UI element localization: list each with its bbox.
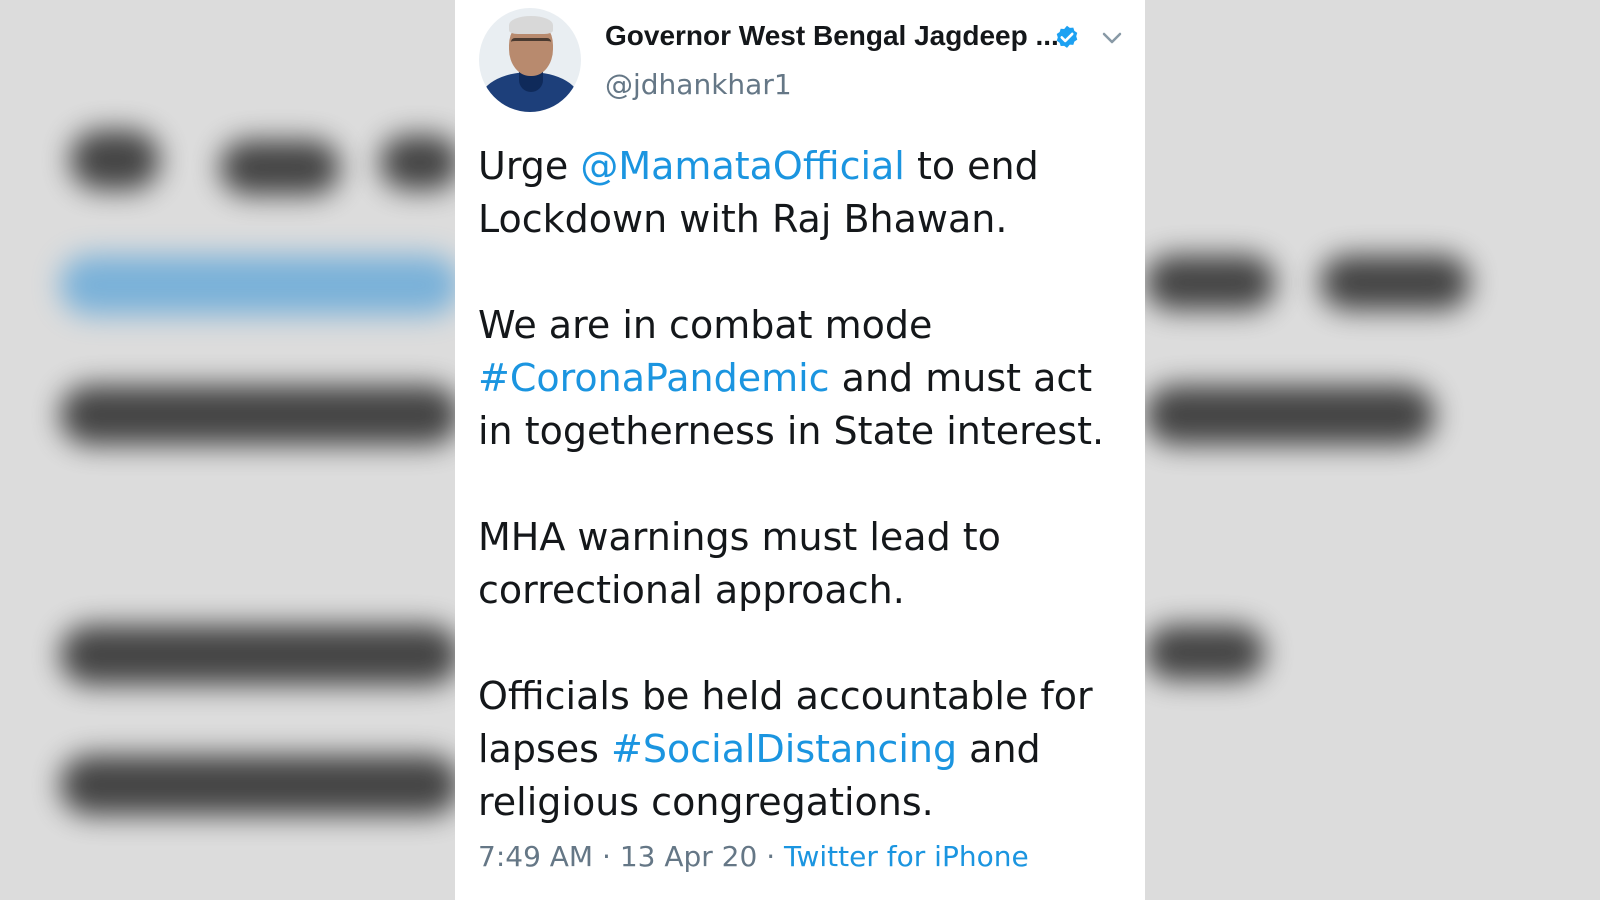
- tweet-paragraph-2: We are in combat mode #CoronaPandemic an…: [478, 303, 1105, 453]
- blurred-background-right: [1145, 0, 1600, 900]
- author-handle[interactable]: @jdhankhar1: [605, 68, 792, 101]
- tweet-date[interactable]: 13 Apr 20: [620, 840, 758, 873]
- verified-badge-icon: [1056, 25, 1078, 48]
- mention-link[interactable]: @MamataOfficial: [580, 144, 905, 188]
- blurred-background-left: [0, 0, 455, 900]
- separator: ·: [602, 840, 611, 873]
- tweet-paragraph-4: Officials be held accountable for lapses…: [478, 674, 1093, 824]
- tweet-paragraph-3: MHA warnings must lead to correctional a…: [478, 515, 1001, 612]
- tweet-metadata: 7:49 AM · 13 Apr 20 · Twitter for iPhone: [478, 840, 1029, 873]
- avatar[interactable]: [479, 8, 581, 112]
- hashtag-link-coronapandemic[interactable]: #CoronaPandemic: [478, 356, 830, 400]
- tweet-text: Urge @MamataOfficial to end Lockdown wit…: [478, 140, 1128, 829]
- separator: ·: [766, 840, 776, 873]
- tweet-paragraph-1: Urge @MamataOfficial to end Lockdown wit…: [478, 144, 1039, 241]
- tweet-time[interactable]: 7:49 AM: [478, 840, 593, 873]
- tweet-card: Governor West Bengal Jagdeep ... @jdhank…: [455, 0, 1145, 900]
- tweet-source-link[interactable]: Twitter for iPhone: [784, 840, 1029, 873]
- chevron-down-icon[interactable]: [1100, 26, 1124, 50]
- author-name[interactable]: Governor West Bengal Jagdeep ...: [605, 20, 1059, 52]
- hashtag-link-socialdistancing[interactable]: #SocialDistancing: [611, 727, 957, 771]
